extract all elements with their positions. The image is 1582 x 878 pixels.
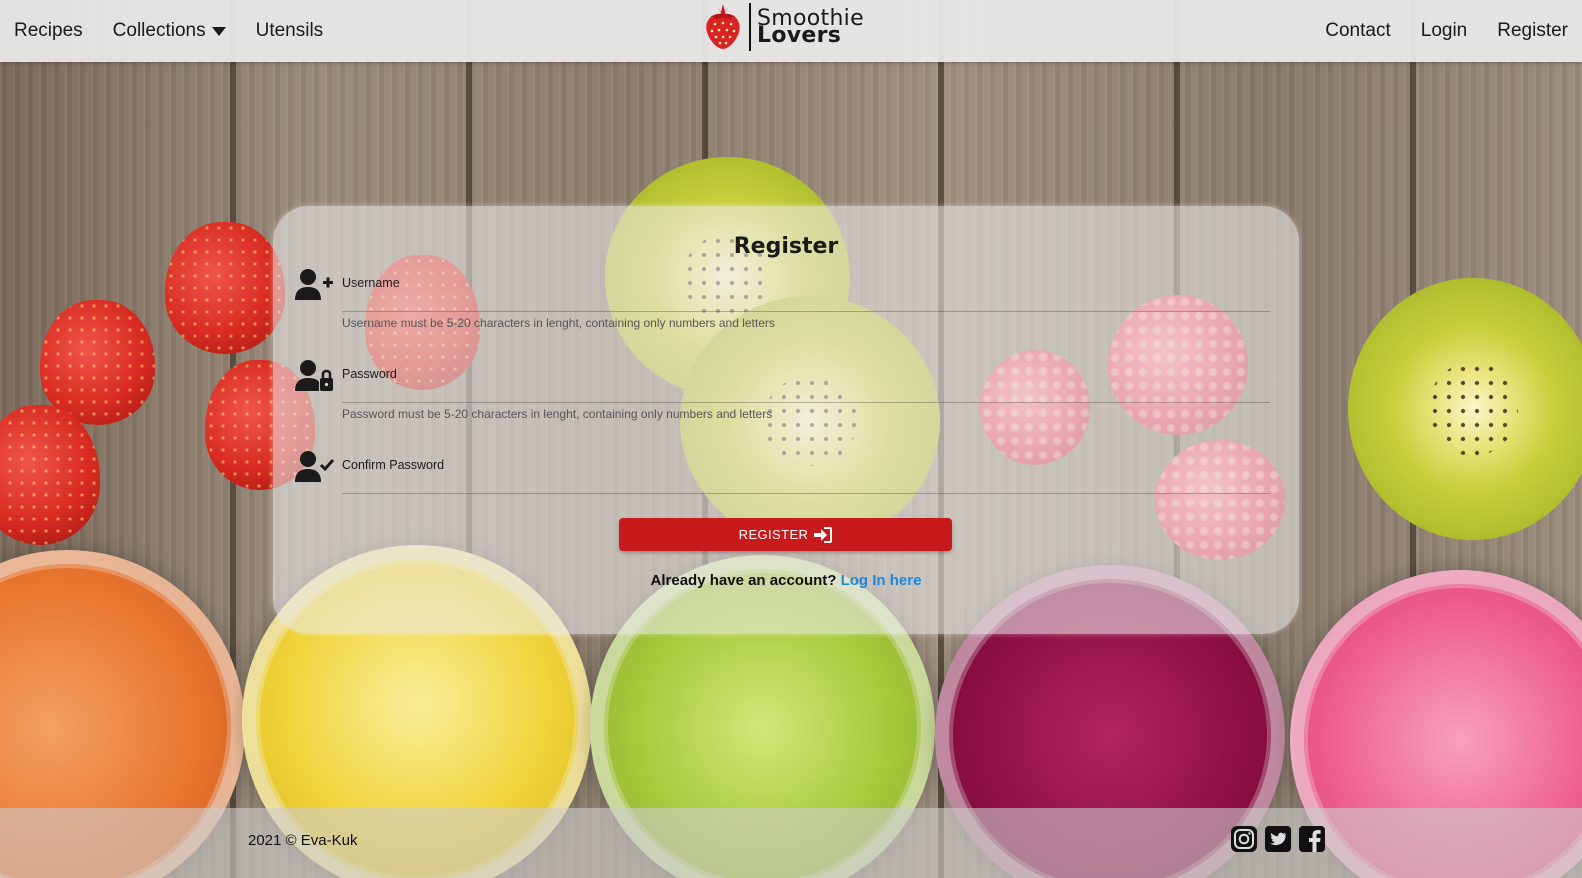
user-lock-icon xyxy=(295,360,333,391)
brand-logo[interactable]: Smoothie Lovers xyxy=(703,2,864,52)
login-prompt: Already have an account? Log In here xyxy=(273,572,1299,589)
instagram-icon[interactable] xyxy=(1230,825,1258,853)
nav-link-login[interactable]: Login xyxy=(1421,20,1468,42)
sign-in-icon xyxy=(814,526,833,543)
nav-link-label: Register xyxy=(1497,20,1568,41)
nav-link-utensils[interactable]: Utensils xyxy=(256,20,324,42)
confirm-password-input[interactable] xyxy=(342,474,1270,494)
register-card: Register Username Username must be 5-20 … xyxy=(273,206,1299,634)
user-check-icon xyxy=(295,451,335,482)
nav-link-label: Contact xyxy=(1325,20,1391,41)
password-label: Password xyxy=(342,367,397,381)
page-title: Register xyxy=(733,234,839,259)
nav-link-label: Utensils xyxy=(255,20,324,41)
register-button[interactable]: REGISTER xyxy=(619,518,952,551)
twitter-icon[interactable] xyxy=(1264,825,1292,853)
strawberry-decoration xyxy=(165,222,285,354)
password-help-text: Password must be 5-20 characters in leng… xyxy=(342,407,773,421)
nav-link-label: Recipes xyxy=(14,20,83,41)
nav-left-group: Recipes Collections Utensils xyxy=(14,20,323,42)
nav-link-collections[interactable]: Collections xyxy=(113,20,226,42)
password-input[interactable] xyxy=(342,383,1270,403)
nav-link-register[interactable]: Register xyxy=(1497,20,1568,42)
nav-right-group: Contact Login Register xyxy=(1325,20,1568,42)
nav-link-label: Collections xyxy=(112,20,206,41)
nav-link-contact[interactable]: Contact xyxy=(1325,20,1390,42)
register-button-label: REGISTER xyxy=(738,527,809,542)
username-help-text: Username must be 5-20 characters in leng… xyxy=(342,316,775,330)
user-plus-icon xyxy=(295,269,333,300)
nav-link-label: Login xyxy=(1420,20,1468,41)
caret-down-icon xyxy=(211,26,226,36)
confirm-password-label: Confirm Password xyxy=(342,458,445,472)
nav-link-recipes[interactable]: Recipes xyxy=(14,20,83,42)
copyright-text: 2021 © Eva-Kuk xyxy=(248,832,358,849)
social-links xyxy=(1230,825,1326,853)
brand-divider xyxy=(749,3,751,51)
brand-name: Smoothie Lovers xyxy=(757,8,864,47)
facebook-icon[interactable] xyxy=(1298,825,1326,853)
username-input[interactable] xyxy=(342,292,1270,312)
login-prompt-text: Already have an account? xyxy=(650,572,837,589)
footer: 2021 © Eva-Kuk xyxy=(0,808,1582,878)
strawberry-logo-icon xyxy=(706,4,740,50)
login-link[interactable]: Log In here xyxy=(841,572,922,589)
top-navbar: Recipes Collections Utensils Smoothie Lo… xyxy=(0,0,1582,62)
username-label: Username xyxy=(342,276,400,290)
kiwi-decoration xyxy=(1348,278,1582,540)
